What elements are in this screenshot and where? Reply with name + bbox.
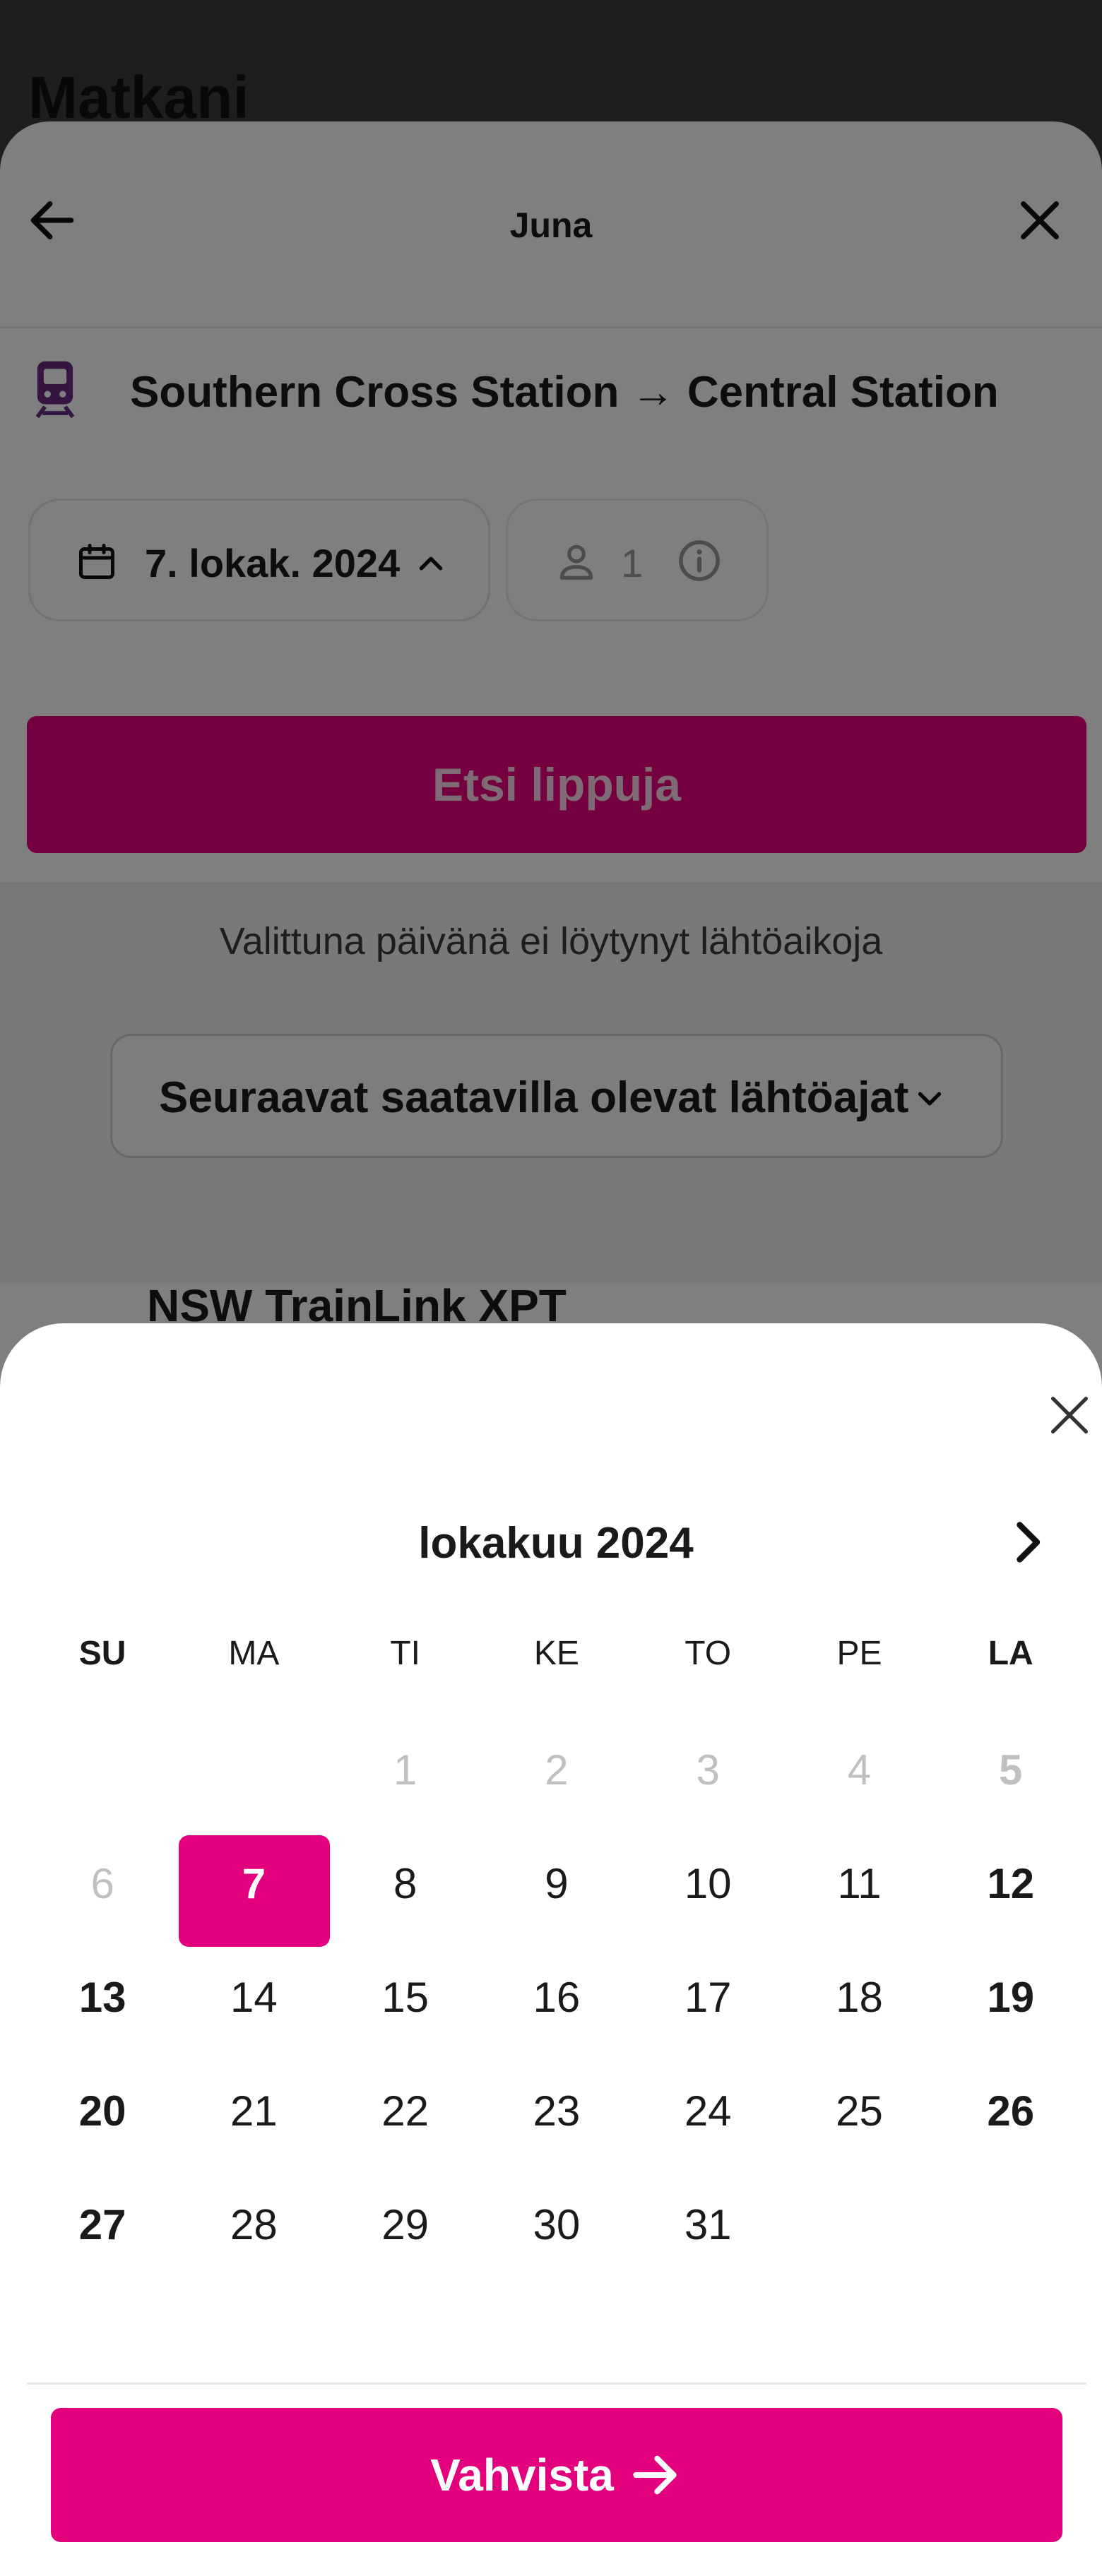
calendar-day-selected[interactable]: 7 [178, 1835, 331, 1952]
calendar-day[interactable]: 30 [481, 2179, 632, 2293]
weekday-label: KE [533, 1635, 579, 1672]
calendar-day-number: 14 [230, 1974, 278, 2021]
calendar-day-number: 28 [230, 2201, 278, 2248]
calendar-day-number: 3 [696, 1746, 720, 1794]
calendar-day[interactable]: 15 [330, 1952, 481, 2065]
calendar-day[interactable]: 23 [481, 2065, 632, 2179]
calendar-day-number: 22 [381, 2087, 429, 2135]
calendar-day: 2 [481, 1724, 632, 1838]
calendar-day[interactable]: 21 [178, 2065, 329, 2179]
calendar-day-number: 11 [837, 1860, 882, 1907]
calendar-day-number: 2 [545, 1746, 569, 1794]
calendar-day-number: 23 [533, 2087, 581, 2135]
calendar-day[interactable]: 11 [783, 1838, 935, 1952]
calendar-day[interactable]: 13 [27, 1952, 178, 2065]
calendar-day[interactable]: 26 [935, 2065, 1086, 2179]
calendar-day-number: 24 [684, 2087, 732, 2135]
calendar-day-number: 20 [78, 2087, 126, 2135]
calendar-day-number: 31 [684, 2201, 732, 2248]
weekday-label: MA [228, 1635, 280, 1672]
calendar-day[interactable]: 16 [481, 1952, 632, 2065]
calendar-day[interactable]: 20 [27, 2065, 178, 2179]
weekday-label: SU [78, 1635, 126, 1672]
calendar-day-number: 7 [242, 1860, 266, 1907]
calendar-day: 1 [330, 1724, 481, 1838]
calendar-day-number: 10 [684, 1860, 732, 1907]
weekday-header: SU MA TI KE TO PE LA [27, 1634, 1086, 1676]
calendar-day-number: 12 [987, 1860, 1035, 1907]
calendar-day[interactable]: 31 [632, 2179, 783, 2293]
calendar-day-number: 9 [545, 1860, 569, 1907]
calendar-day-number: 4 [847, 1746, 872, 1794]
calendar-day-number: 18 [836, 1974, 883, 2021]
calendar-day[interactable]: 14 [178, 1952, 329, 2065]
confirm-button[interactable]: Vahvista [51, 2408, 1062, 2542]
calendar-day[interactable]: 25 [783, 2065, 935, 2179]
calendar-day-number: 19 [987, 1974, 1035, 2021]
calendar-day-number: 30 [533, 2201, 581, 2248]
calendar-day-number: 5 [999, 1746, 1023, 1794]
calendar-day-number: 15 [381, 1974, 429, 2021]
calendar-empty-cell [27, 1724, 178, 1838]
calendar-day[interactable]: 17 [632, 1952, 783, 2065]
weekday-label: LA [988, 1635, 1033, 1672]
calendar-day-number: 13 [78, 1974, 126, 2021]
weekday-label: TO [685, 1635, 732, 1672]
calendar-day-number: 26 [987, 2087, 1035, 2135]
calendar-day-grid: 1 2 3 4 5 6 7 8 9 10 11 12 13 14 15 16 17 18 19 20 21 22 23 24 2… [27, 1724, 1086, 2293]
calendar-day[interactable]: 29 [330, 2179, 481, 2293]
calendar-day: 5 [935, 1724, 1086, 1838]
weekday-label: PE [836, 1635, 882, 1672]
calendar-day[interactable]: 22 [330, 2065, 481, 2179]
calendar-day[interactable]: 10 [632, 1838, 783, 1952]
calendar-day: 3 [632, 1724, 783, 1838]
calendar-day-number: 16 [533, 1974, 581, 2021]
calendar-day[interactable]: 18 [783, 1952, 935, 2065]
calendar-day-number: 1 [393, 1746, 417, 1794]
calendar-day-number: 21 [230, 2087, 278, 2135]
calendar-day[interactable]: 27 [27, 2179, 178, 2293]
calendar-day: 4 [783, 1724, 935, 1838]
calendar-day-number: 25 [836, 2087, 883, 2135]
month-title: lokakuu 2024 [418, 1519, 694, 1568]
weekday-label: TI [390, 1635, 420, 1672]
calendar-day[interactable]: 19 [935, 1952, 1086, 2065]
calendar-day-number: 8 [393, 1860, 417, 1907]
divider [27, 2383, 1086, 2385]
calendar-day-number: 6 [90, 1860, 114, 1907]
calendar-day-number: 27 [78, 2201, 126, 2248]
calendar-day[interactable]: 24 [632, 2065, 783, 2179]
arrow-right-icon [633, 2455, 677, 2495]
calendar-day[interactable]: 8 [330, 1838, 481, 1952]
calendar-day[interactable]: 28 [178, 2179, 329, 2293]
calendar-day-number: 29 [381, 2201, 429, 2248]
calendar-day: 6 [27, 1838, 178, 1952]
calendar-day[interactable]: 9 [481, 1838, 632, 1952]
calendar-empty-cell [178, 1724, 329, 1838]
calendar-sheet: lokakuu 2024 SU MA TI KE TO PE LA 123456… [0, 1323, 1102, 2576]
close-icon[interactable] [1041, 1387, 1098, 1443]
calendar-day[interactable]: 12 [935, 1838, 1086, 1952]
calendar-day-number: 17 [684, 1974, 732, 2021]
confirm-button-label: Vahvista [430, 2450, 614, 2500]
chevron-right-icon[interactable] [997, 1513, 1057, 1572]
